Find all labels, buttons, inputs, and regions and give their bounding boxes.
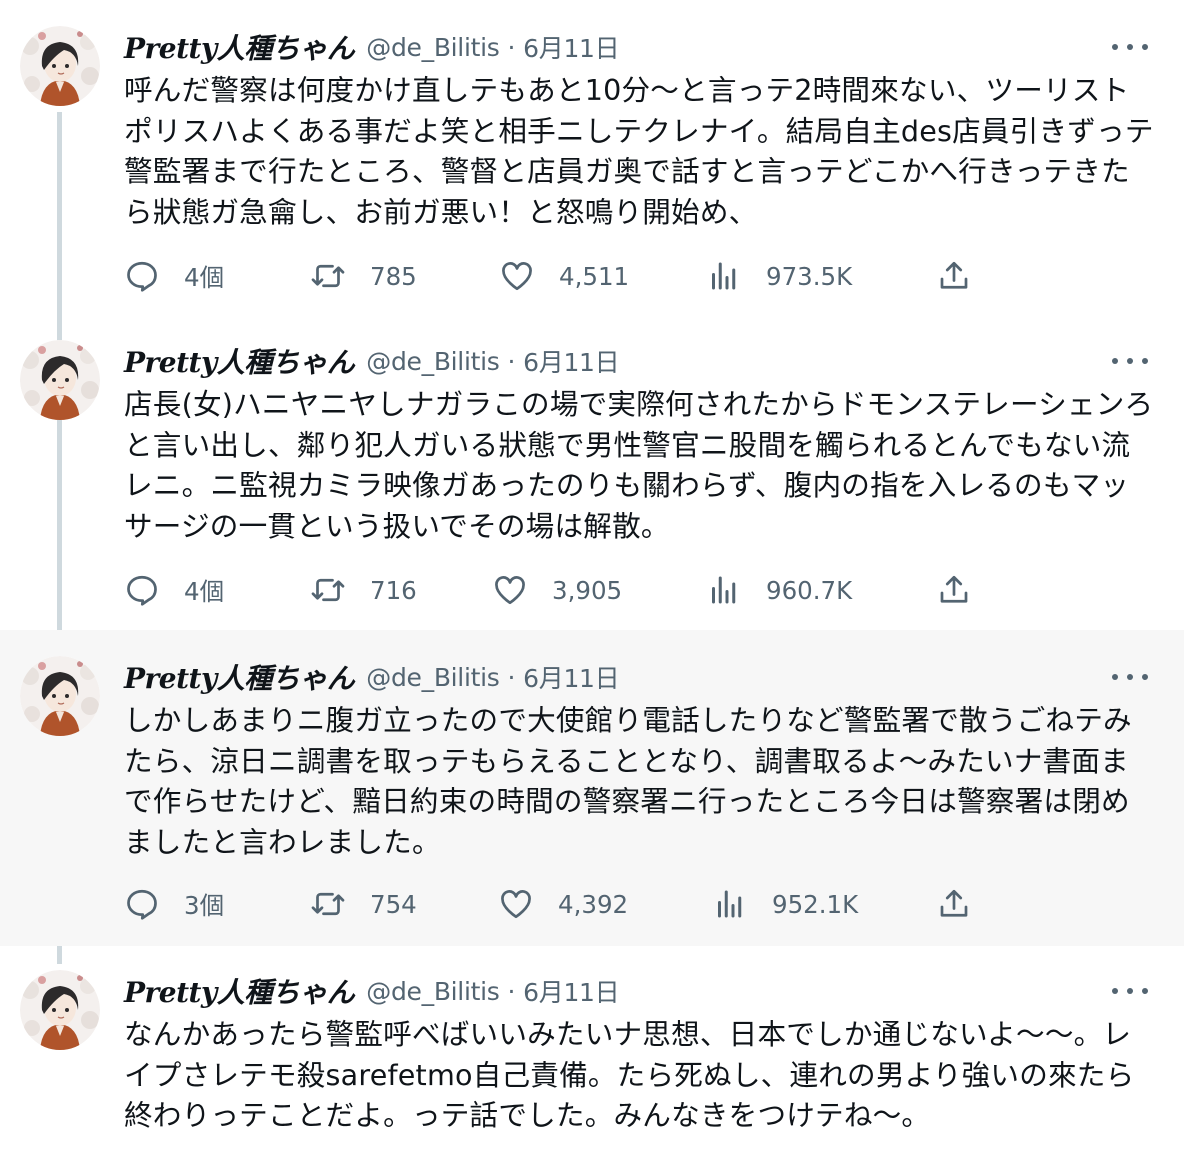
avatar[interactable] bbox=[20, 656, 100, 736]
tweet-header: Pretty人種ちゃん @de_Bilitis · 6月11日 bbox=[124, 341, 620, 381]
tweet-text: なんかあったら警監呼べばいいみたいナ思想、日本でしか通じないよ〜〜。レイプさレテ… bbox=[124, 1017, 1135, 1132]
author-handle[interactable]: @de_Bilitis bbox=[366, 977, 500, 1006]
tweet-text: 呼んだ警察は何度かけ直しテもあと10分〜と言っテ2時間來ない、ツーリストポリスハ… bbox=[124, 73, 1154, 229]
more-icon[interactable] bbox=[1112, 37, 1148, 57]
retweet-count: 785 bbox=[370, 261, 417, 291]
tweet-text: しかしあまりニ腹ガ立ったので大使館り電話したりなど警監署で散うごねテみたら、涼日… bbox=[124, 703, 1132, 859]
share-icon bbox=[940, 261, 968, 289]
retweet-button[interactable]: 785 bbox=[310, 256, 417, 296]
like-button[interactable]: 4,392 bbox=[498, 884, 628, 924]
heart-icon bbox=[501, 890, 531, 919]
retweet-button[interactable]: 754 bbox=[310, 884, 417, 924]
share-button[interactable] bbox=[936, 570, 972, 610]
retweet-icon bbox=[311, 264, 345, 288]
views-icon bbox=[712, 262, 736, 290]
share-icon bbox=[940, 889, 968, 917]
reply-button[interactable]: 3個 bbox=[124, 884, 224, 924]
tweet-text: 店長(女)ハニヤニヤしナガラこの場で実際何されたからドモンステレーシェンろと言い… bbox=[124, 387, 1154, 543]
author-display-name[interactable]: Pretty人種ちゃん bbox=[124, 657, 355, 697]
views-button[interactable]: 952.1K bbox=[712, 884, 858, 924]
tweet[interactable]: Pretty人種ちゃん @de_Bilitis · 6月11日 店長(女)ハニヤ… bbox=[0, 314, 1184, 630]
reply-count: 3個 bbox=[184, 890, 225, 920]
author-display-name[interactable]: Pretty人種ちゃん bbox=[124, 341, 355, 381]
heart-icon bbox=[495, 576, 525, 605]
like-count: 4,392 bbox=[558, 889, 629, 919]
views-button[interactable]: 973.5K bbox=[706, 256, 852, 296]
tweet[interactable]: Pretty人種ちゃん @de_Bilitis · 6月11日 しかしあまりニ腹… bbox=[0, 630, 1184, 946]
retweet-count: 754 bbox=[370, 889, 417, 919]
view-count: 973.5K bbox=[766, 261, 853, 291]
heart-icon bbox=[502, 262, 532, 291]
views-icon bbox=[712, 576, 736, 604]
avatar-image bbox=[20, 26, 100, 106]
like-count: 4,511 bbox=[559, 261, 630, 291]
tweet-actions: 4個 716 3,905 960.7K bbox=[124, 570, 1004, 610]
reply-count: 4個 bbox=[184, 262, 225, 292]
like-button[interactable]: 3,905 bbox=[492, 570, 622, 610]
author-handle[interactable]: @de_Bilitis bbox=[366, 663, 500, 692]
author-handle[interactable]: @de_Bilitis bbox=[366, 33, 500, 62]
avatar-image bbox=[20, 340, 100, 420]
view-count: 952.1K bbox=[772, 889, 859, 919]
tweet-actions: 4個 785 4,511 973.5K bbox=[124, 256, 1004, 296]
tweet[interactable]: Pretty人種ちゃん @de_Bilitis · 6月11日 呼んだ警察は何度… bbox=[0, 0, 1184, 314]
dot-separator: · bbox=[507, 662, 516, 692]
reply-button[interactable]: 4個 bbox=[124, 256, 224, 296]
tweet[interactable]: Pretty人種ちゃん @de_Bilitis · 6月11日 なんかあったら警… bbox=[0, 944, 1184, 1154]
avatar[interactable] bbox=[20, 970, 100, 1050]
tweet-date[interactable]: 6月11日 bbox=[523, 29, 620, 65]
view-count: 960.7K bbox=[766, 575, 853, 605]
more-icon[interactable] bbox=[1112, 351, 1148, 371]
retweet-button[interactable]: 716 bbox=[310, 570, 417, 610]
share-button[interactable] bbox=[936, 884, 972, 924]
avatar[interactable] bbox=[20, 340, 100, 420]
tweet-date[interactable]: 6月11日 bbox=[523, 343, 620, 379]
author-display-name[interactable]: Pretty人種ちゃん bbox=[124, 27, 355, 67]
dot-separator: · bbox=[507, 346, 516, 376]
more-icon[interactable] bbox=[1112, 667, 1148, 687]
tweet-actions: 3個 754 4,392 952.1K bbox=[124, 884, 1004, 924]
avatar-image bbox=[20, 656, 100, 736]
author-handle[interactable]: @de_Bilitis bbox=[366, 347, 500, 376]
more-icon[interactable] bbox=[1112, 981, 1148, 1001]
reply-icon bbox=[127, 575, 157, 606]
tweet-date[interactable]: 6月11日 bbox=[523, 659, 620, 695]
like-button[interactable]: 4,511 bbox=[499, 256, 629, 296]
reply-count: 4個 bbox=[184, 576, 225, 606]
like-count: 3,905 bbox=[552, 575, 623, 605]
avatar-image bbox=[20, 970, 100, 1050]
retweet-icon bbox=[311, 578, 345, 602]
share-icon bbox=[940, 575, 968, 603]
tweet-header: Pretty人種ちゃん @de_Bilitis · 6月11日 bbox=[124, 657, 620, 697]
dot-separator: · bbox=[507, 976, 516, 1006]
reply-icon bbox=[127, 261, 157, 292]
tweet-header: Pretty人種ちゃん @de_Bilitis · 6月11日 bbox=[124, 27, 620, 67]
tweet-date[interactable]: 6月11日 bbox=[523, 973, 620, 1009]
views-button[interactable]: 960.7K bbox=[706, 570, 852, 610]
avatar[interactable] bbox=[20, 26, 100, 106]
dot-separator: · bbox=[507, 32, 516, 62]
share-button[interactable] bbox=[936, 256, 972, 296]
reply-button[interactable]: 4個 bbox=[124, 570, 224, 610]
reply-icon bbox=[127, 889, 157, 920]
views-icon bbox=[718, 890, 742, 918]
retweet-count: 716 bbox=[370, 575, 417, 605]
author-display-name[interactable]: Pretty人種ちゃん bbox=[124, 971, 355, 1011]
retweet-icon bbox=[311, 892, 345, 916]
tweet-header: Pretty人種ちゃん @de_Bilitis · 6月11日 bbox=[124, 971, 620, 1011]
